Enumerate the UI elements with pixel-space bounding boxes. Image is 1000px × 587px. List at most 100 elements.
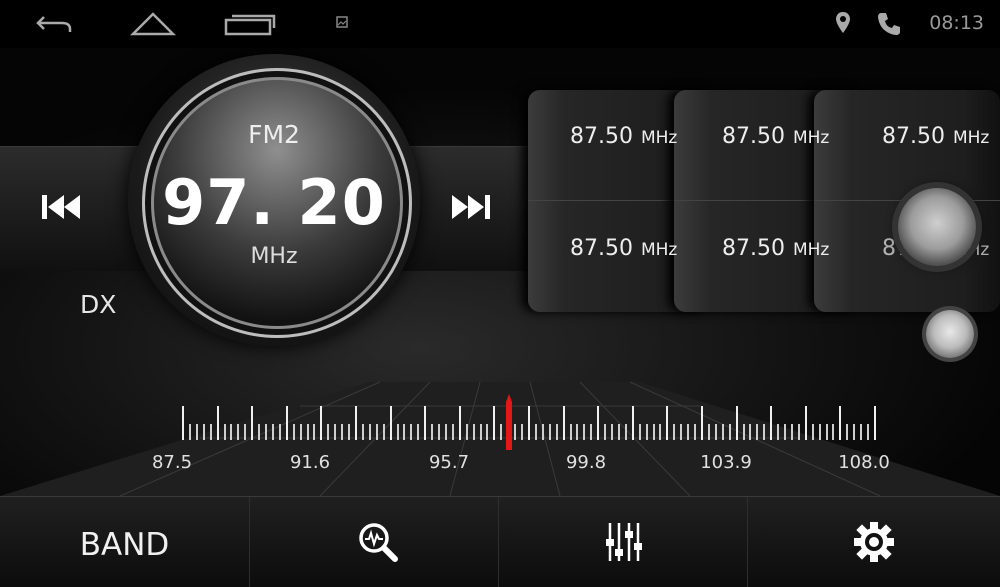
tuner-tick xyxy=(583,424,586,440)
tuner-tick xyxy=(569,424,572,440)
tuner-tick xyxy=(313,424,316,440)
preset-1[interactable]: 87.50 MHz xyxy=(570,124,677,149)
back-icon[interactable] xyxy=(34,12,74,36)
tuner-tick xyxy=(874,406,876,440)
tuner-tick xyxy=(258,424,261,440)
bottom-toolbar: BAND xyxy=(0,496,1000,587)
tuner-tick xyxy=(195,424,198,440)
tuner-tick xyxy=(479,424,482,440)
tuner-tick xyxy=(659,424,662,440)
dx-toggle[interactable]: DX xyxy=(80,290,116,319)
scale-label-5: 103.9 xyxy=(700,452,752,473)
tuner-tick xyxy=(576,424,579,440)
equalizer-button[interactable] xyxy=(498,497,748,587)
preset-4[interactable]: 87.50 MHz xyxy=(570,236,677,261)
band-name: FM2 xyxy=(248,120,300,149)
tuner-tick xyxy=(860,424,863,440)
tuner-tick xyxy=(514,424,517,440)
scale-label-6: 108.0 xyxy=(838,452,890,473)
preset-page-knob[interactable] xyxy=(926,310,974,358)
tuner-tick xyxy=(278,424,281,440)
tuner-tick xyxy=(431,424,434,440)
tuner-needle[interactable] xyxy=(506,394,513,450)
tuner-tick xyxy=(541,424,544,440)
tuner-tick xyxy=(244,424,247,440)
tuner-tick xyxy=(382,424,385,440)
settings-button[interactable] xyxy=(747,497,996,587)
tuner-tick xyxy=(500,424,503,440)
tuner-tick xyxy=(493,406,496,440)
tuner-tick xyxy=(756,424,759,440)
tuner-tick xyxy=(410,424,413,440)
phone-icon xyxy=(878,13,900,35)
home-icon[interactable] xyxy=(130,10,176,36)
tuner-tick xyxy=(271,424,274,440)
tuner-tick xyxy=(846,424,849,440)
tuner-tick xyxy=(687,424,690,440)
tuner-tick xyxy=(396,424,399,440)
preset-3[interactable]: 87.50 MHz xyxy=(882,124,989,149)
band-button[interactable]: BAND xyxy=(0,497,250,587)
tuner-tick xyxy=(818,424,821,440)
tuner-tick xyxy=(853,424,856,440)
tuner-tick xyxy=(188,424,191,440)
preset-5[interactable]: 87.50 MHz xyxy=(722,236,829,261)
preset-2[interactable]: 87.50 MHz xyxy=(722,124,829,149)
frequency-unit: MHz xyxy=(250,244,298,269)
scan-button[interactable] xyxy=(249,497,499,587)
tuner-tick xyxy=(424,406,427,440)
tuner-tick xyxy=(417,424,420,440)
tuner-tick xyxy=(728,424,731,440)
tuner-tick xyxy=(763,424,766,440)
tuner-tick xyxy=(839,406,842,440)
tuner-tick xyxy=(348,424,351,440)
tuner-tick xyxy=(597,406,600,440)
tuner-tick xyxy=(735,406,738,440)
tuner-tick xyxy=(590,424,593,440)
tuner-tick xyxy=(202,424,205,440)
tuner-tick xyxy=(375,424,378,440)
tuner-tick xyxy=(223,424,226,440)
tuner-tick xyxy=(617,424,620,440)
tuner-tick xyxy=(265,424,268,440)
tuner-tick xyxy=(562,406,565,440)
tuner-tick xyxy=(652,424,655,440)
tuner-tick xyxy=(451,424,454,440)
tuner-tick xyxy=(784,424,787,440)
tuner-tick xyxy=(673,424,676,440)
tuner-tick xyxy=(334,424,337,440)
tuner-tick xyxy=(403,424,406,440)
tuner-tick xyxy=(251,406,254,440)
tuner-tick xyxy=(528,406,530,440)
tuner-tick xyxy=(707,424,710,440)
scan-search-icon xyxy=(359,523,398,562)
tuner-tick xyxy=(825,424,828,440)
tuner-scale[interactable]: 87.5 91.6 95.7 99.8 103.9 108.0 xyxy=(0,358,1000,496)
scale-label-2: 91.6 xyxy=(289,452,331,473)
preset-scroll-knob[interactable] xyxy=(898,188,976,266)
band-button-label: BAND xyxy=(79,527,170,563)
tuner-tick xyxy=(534,424,537,440)
tuner-tick xyxy=(306,424,309,440)
tuner-tick xyxy=(320,406,323,440)
tuner-tick xyxy=(209,424,212,440)
scale-label-3: 95.7 xyxy=(428,452,470,473)
tuner-tick xyxy=(285,406,288,440)
scale-label-4: 99.8 xyxy=(565,452,607,473)
tuner-tick xyxy=(867,424,870,440)
tuner-tick xyxy=(182,406,184,440)
tuner-tick xyxy=(604,424,607,440)
tuner-tick xyxy=(355,406,357,440)
tuner-tick xyxy=(790,424,793,440)
tuner-tick xyxy=(645,424,648,440)
tuner-tick xyxy=(299,424,302,440)
tuner-tick xyxy=(555,424,558,440)
tuner-tick xyxy=(486,424,489,440)
tuner-tick xyxy=(714,424,717,440)
tuner-tick xyxy=(361,424,364,440)
tuner-tick xyxy=(521,424,524,440)
tuner-tick xyxy=(832,424,835,440)
tuner-tick xyxy=(548,424,551,440)
tuner-tick xyxy=(804,406,807,440)
recent-apps-icon[interactable] xyxy=(224,12,276,36)
